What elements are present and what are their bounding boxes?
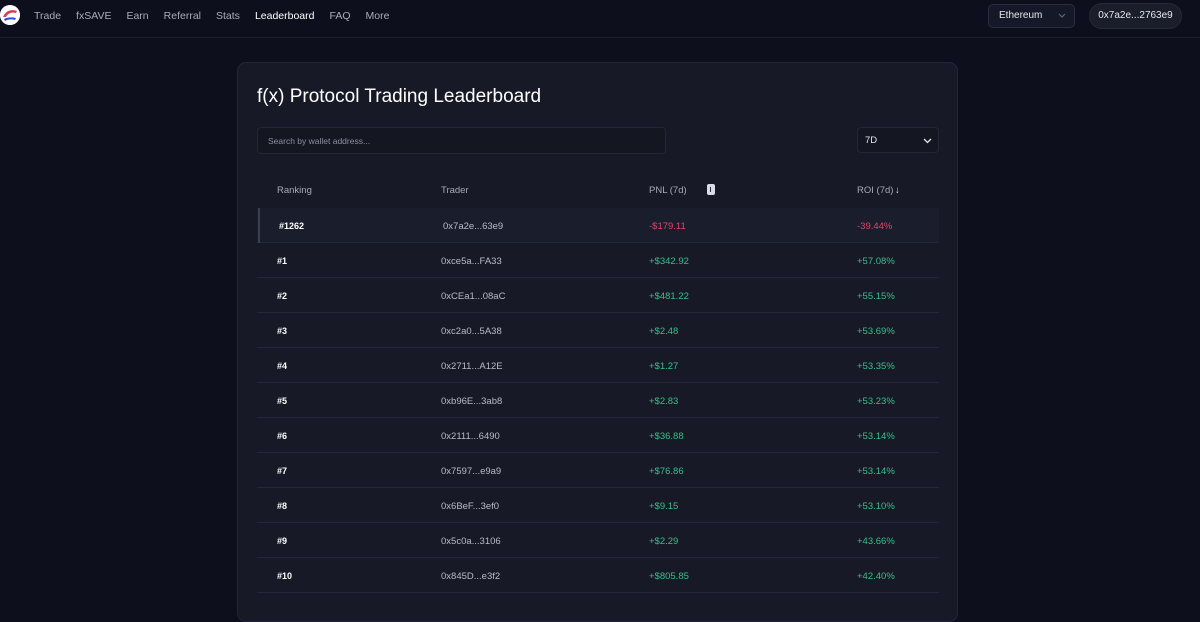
row-trader: 0xce5a...FA33 — [441, 256, 502, 267]
row-pnl: +$1.27 — [649, 361, 679, 372]
row-trader: 0xb96E...3ab8 — [441, 396, 503, 407]
row-rank: #8 — [277, 501, 288, 511]
table-row[interactable]: #7 0x7597...e9a9 +$76.86 +53.14% — [257, 453, 939, 488]
row-rank: #1 — [277, 256, 288, 266]
nav-earn[interactable]: Earn — [126, 9, 148, 23]
nav-trade[interactable]: Trade — [34, 9, 61, 23]
header-roi[interactable]: ROI (7d) — [857, 185, 893, 196]
row-trader: 0x5c0a...3106 — [441, 536, 501, 547]
row-roi: +43.66% — [857, 536, 895, 547]
row-rank: #10 — [277, 571, 293, 581]
top-navigation-bar: Trade fxSAVE Earn Referral Stats Leaderb… — [0, 0, 1200, 38]
table-row[interactable]: #1 0xce5a...FA33 +$342.92 +57.08% — [257, 243, 939, 278]
page-title: f(x) Protocol Trading Leaderboard — [257, 86, 542, 107]
table-row-self[interactable]: #1262 0x7a2e...63e9 -$179.11 -39.44% — [257, 208, 939, 243]
row-pnl: -$179.11 — [649, 221, 686, 232]
row-trader: 0x7597...e9a9 — [441, 466, 502, 477]
row-trader: 0xc2a0...5A38 — [441, 326, 502, 337]
network-select-value: Ethereum — [999, 10, 1043, 21]
row-trader: 0x2111...6490 — [441, 431, 500, 442]
table-row[interactable]: #6 0x2111...6490 +$36.88 +53.14% — [257, 418, 939, 453]
row-pnl: +$2.29 — [649, 536, 679, 547]
leaderboard-rows: #1262 0x7a2e...63e9 -$179.11 -39.44% #1 … — [257, 208, 939, 593]
main-nav: Trade fxSAVE Earn Referral Stats Leaderb… — [34, 9, 404, 23]
nav-more[interactable]: More — [366, 9, 390, 23]
row-trader: 0x845D...e3f2 — [441, 571, 501, 582]
header-ranking: Ranking — [277, 185, 312, 196]
sort-toggle-icon[interactable] — [707, 184, 715, 195]
row-rank: #3 — [277, 326, 288, 336]
row-rank: #5 — [277, 396, 288, 406]
fx-logo-icon[interactable] — [0, 5, 20, 25]
row-roi: +53.14% — [857, 466, 895, 477]
table-header: Ranking Trader PNL (7d) ROI (7d) ↓ — [257, 179, 939, 203]
row-pnl: +$76.86 — [649, 466, 684, 477]
period-select[interactable]: 7D — [857, 127, 939, 153]
chevron-down-icon — [1058, 11, 1066, 22]
table-row[interactable]: #5 0xb96E...3ab8 +$2.83 +53.23% — [257, 383, 939, 418]
table-row[interactable]: #9 0x5c0a...3106 +$2.29 +43.66% — [257, 523, 939, 558]
row-pnl: +$2.48 — [649, 326, 679, 337]
row-trader: 0xCEa1...08aC — [441, 291, 506, 302]
table-row[interactable]: #8 0x6BeF...3ef0 +$9.15 +53.10% — [257, 488, 939, 523]
header-trader: Trader — [441, 185, 469, 196]
row-trader: 0x2711...A12E — [441, 361, 503, 372]
nav-fxsave[interactable]: fxSAVE — [76, 9, 111, 23]
row-rank: #6 — [277, 431, 288, 441]
table-row[interactable]: #3 0xc2a0...5A38 +$2.48 +53.69% — [257, 313, 939, 348]
row-pnl: +$36.88 — [649, 431, 684, 442]
leaderboard-card: f(x) Protocol Trading Leaderboard 7D Ran… — [237, 62, 958, 622]
row-roi: +53.23% — [857, 396, 895, 407]
row-pnl: +$805.85 — [649, 571, 689, 582]
wallet-address-button[interactable]: 0x7a2e...2763e9 — [1089, 3, 1182, 29]
chevron-down-icon — [923, 136, 932, 147]
row-rank: #1262 — [279, 221, 305, 231]
row-roi: -39.44% — [857, 221, 893, 232]
period-select-value: 7D — [865, 135, 878, 146]
row-rank: #2 — [277, 291, 288, 301]
row-trader: 0x7a2e...63e9 — [443, 221, 504, 232]
row-trader: 0x6BeF...3ef0 — [441, 501, 500, 512]
row-pnl: +$9.15 — [649, 501, 679, 512]
row-rank: #9 — [277, 536, 288, 546]
search-input[interactable] — [257, 127, 666, 154]
row-rank: #4 — [277, 361, 288, 371]
header-pnl[interactable]: PNL (7d) — [649, 185, 687, 196]
table-row[interactable]: #4 0x2711...A12E +$1.27 +53.35% — [257, 348, 939, 383]
table-row[interactable]: #2 0xCEa1...08aC +$481.22 +55.15% — [257, 278, 939, 313]
row-roi: +53.69% — [857, 326, 895, 337]
nav-stats[interactable]: Stats — [216, 9, 240, 23]
row-pnl: +$2.83 — [649, 396, 679, 407]
row-roi: +42.40% — [857, 571, 895, 582]
nav-faq[interactable]: FAQ — [330, 9, 351, 23]
row-roi: +53.10% — [857, 501, 895, 512]
nav-referral[interactable]: Referral — [164, 9, 201, 23]
row-roi: +55.15% — [857, 291, 895, 302]
table-row[interactable]: #10 0x845D...e3f2 +$805.85 +42.40% — [257, 558, 939, 593]
row-roi: +53.35% — [857, 361, 895, 372]
arrow-down-icon[interactable]: ↓ — [895, 185, 900, 196]
row-roi: +57.08% — [857, 256, 895, 267]
row-pnl: +$481.22 — [649, 291, 689, 302]
nav-leaderboard[interactable]: Leaderboard — [255, 9, 315, 23]
row-roi: +53.14% — [857, 431, 895, 442]
row-pnl: +$342.92 — [649, 256, 689, 267]
network-select[interactable]: Ethereum — [988, 4, 1075, 28]
row-rank: #7 — [277, 466, 288, 476]
